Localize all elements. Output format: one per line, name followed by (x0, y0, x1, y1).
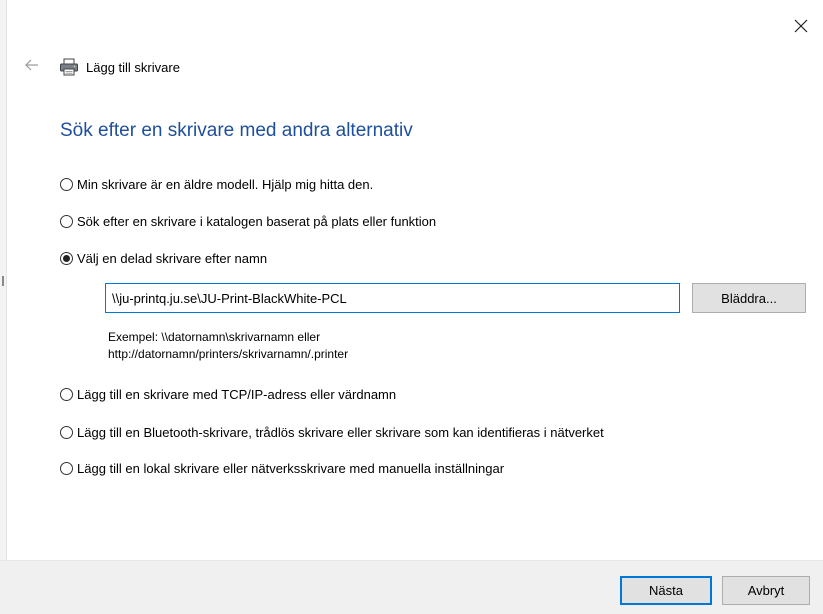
dialog-header: Lägg till skrivare (22, 55, 180, 79)
option-label: Min skrivare är en äldre modell. Hjälp m… (77, 177, 374, 192)
dialog-footer: Nästa Avbryt (0, 560, 823, 614)
example-line-2: http://datornamn/printers/skrivarnamn/.p… (108, 347, 349, 361)
printer-icon (58, 57, 80, 77)
add-printer-dialog: Lägg till skrivare Sök efter en skrivare… (0, 0, 823, 614)
option-older-printer[interactable]: Min skrivare är en äldre modell. Hjälp m… (60, 177, 373, 192)
option-shared-printer-by-name[interactable]: Välj en delad skrivare efter namn (60, 251, 267, 266)
radio-button[interactable] (60, 388, 73, 401)
page-title: Sök efter en skrivare med andra alternat… (60, 120, 413, 141)
option-search-directory[interactable]: Sök efter en skrivare i katalogen basera… (60, 214, 436, 229)
radio-button[interactable] (60, 215, 73, 228)
option-label: Lägg till en Bluetooth-skrivare, trådlös… (77, 425, 604, 440)
dialog-header-title: Lägg till skrivare (86, 59, 180, 75)
next-button[interactable]: Nästa (620, 576, 712, 605)
browse-button[interactable]: Bläddra... (692, 283, 806, 313)
background-window-mark (2, 276, 4, 286)
option-label: Välj en delad skrivare efter namn (77, 251, 268, 266)
background-window-edge (0, 0, 7, 614)
option-label: Sök efter en skrivare i katalogen basera… (77, 214, 437, 229)
option-label: Lägg till en skrivare med TCP/IP-adress … (77, 387, 397, 402)
close-button[interactable] (787, 14, 815, 42)
option-bluetooth-wireless[interactable]: Lägg till en Bluetooth-skrivare, trådlös… (60, 425, 604, 440)
radio-button-selected[interactable] (60, 252, 73, 265)
radio-button[interactable] (60, 426, 73, 439)
shared-printer-path-input[interactable] (105, 283, 680, 313)
option-local-manual[interactable]: Lägg till en lokal skrivare eller nätver… (60, 461, 504, 476)
arrow-left-icon (25, 58, 39, 76)
close-icon (794, 19, 808, 38)
back-button[interactable] (22, 57, 42, 77)
option-tcpip[interactable]: Lägg till en skrivare med TCP/IP-adress … (60, 387, 396, 402)
example-hint: Exempel: \\datornamn\skrivarnamn eller h… (108, 329, 348, 363)
radio-button[interactable] (60, 462, 73, 475)
example-line-1: Exempel: \\datornamn\skrivarnamn eller (108, 330, 321, 344)
option-label: Lägg till en lokal skrivare eller nätver… (77, 461, 505, 476)
cancel-button[interactable]: Avbryt (722, 576, 810, 605)
radio-button[interactable] (60, 178, 73, 191)
